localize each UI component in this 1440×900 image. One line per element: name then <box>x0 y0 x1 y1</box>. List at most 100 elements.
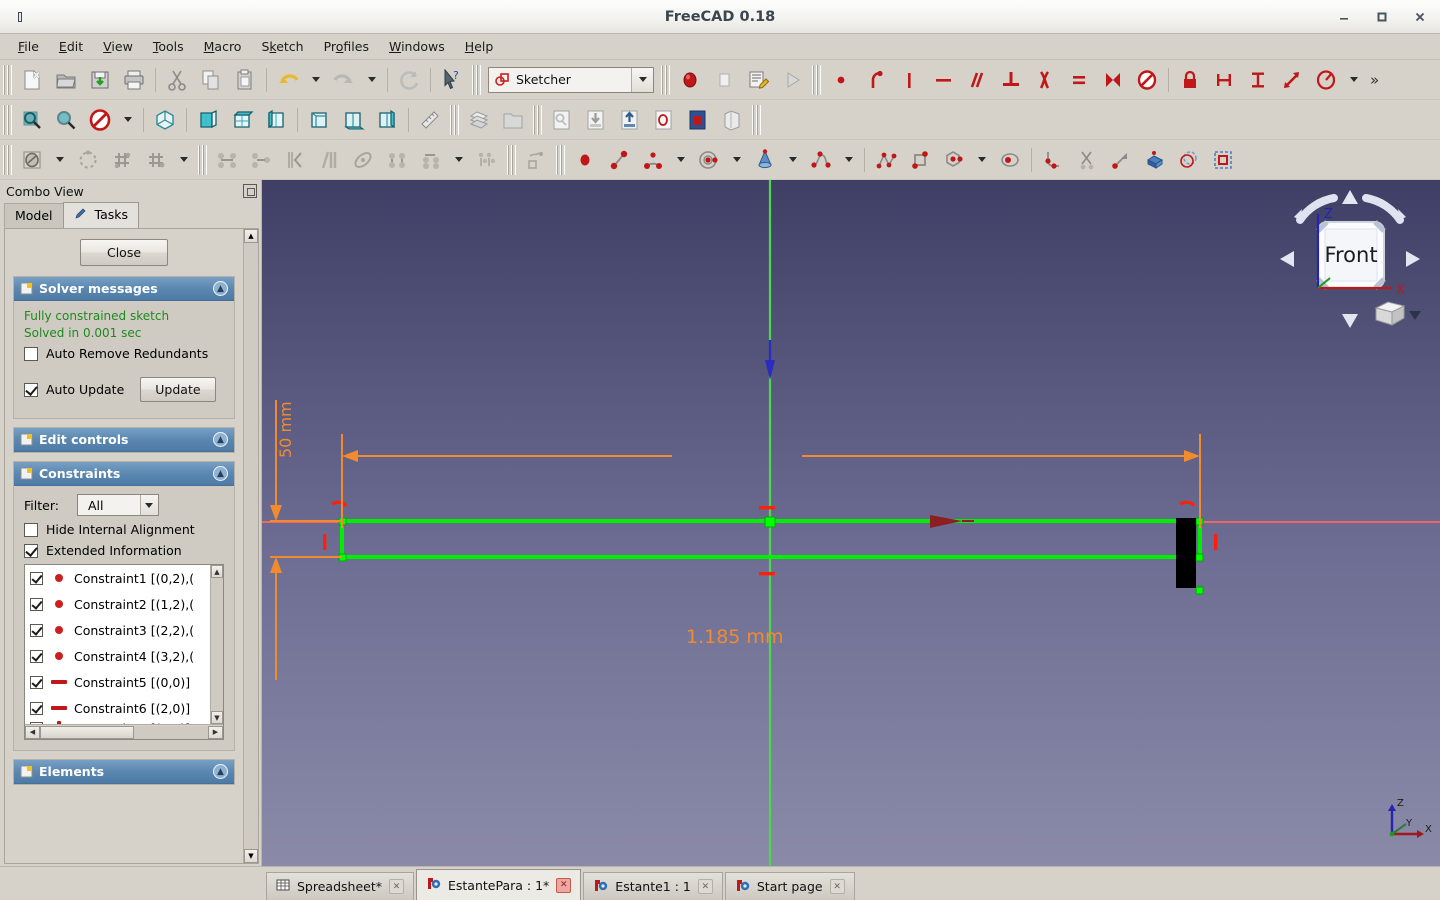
workbench-selector[interactable]: Sketcher <box>488 66 654 93</box>
toolbar-grip[interactable] <box>450 104 459 135</box>
rear-view-icon[interactable] <box>302 104 336 136</box>
create-conic-icon[interactable] <box>748 144 782 176</box>
menu-tools[interactable]: Tools <box>143 36 194 57</box>
tasks-panel-scrollbar[interactable]: ▲ ▼ <box>243 229 258 863</box>
right-view-icon[interactable] <box>259 104 293 136</box>
toolbar-grip[interactable] <box>661 64 670 95</box>
toolbar-grip[interactable] <box>533 104 542 135</box>
auto-update-checkbox[interactable] <box>24 382 38 397</box>
isometric-view-icon[interactable] <box>148 104 182 136</box>
select-conflicting-icon[interactable] <box>380 144 414 176</box>
horizontal-dimension-label[interactable]: 1.185 mm <box>686 626 783 648</box>
circle-dropdown-arrow-icon[interactable] <box>726 144 748 176</box>
refresh-icon[interactable] <box>392 64 426 96</box>
select-elements-associated-icon[interactable] <box>414 144 448 176</box>
toggle-construction-icon[interactable] <box>1172 144 1206 176</box>
menu-profiles[interactable]: Profiles <box>314 36 379 57</box>
toolbar-grip[interactable] <box>812 64 821 95</box>
collapse-icon[interactable]: ▲ <box>213 281 228 296</box>
constraint-visibility-checkbox[interactable] <box>30 701 43 715</box>
front-view-icon[interactable] <box>191 104 225 136</box>
menu-edit[interactable]: Edit <box>49 36 93 57</box>
scroll-up-arrow-icon[interactable]: ▲ <box>211 565 223 578</box>
whats-this-icon[interactable]: ? <box>435 64 469 96</box>
hide-internal-alignment-row[interactable]: Hide Internal Alignment <box>24 522 224 537</box>
create-point-icon[interactable] <box>568 144 602 176</box>
sketch-view-icon[interactable] <box>715 104 749 136</box>
maximize-button[interactable] <box>1374 9 1390 25</box>
sketch-validate-icon[interactable] <box>519 144 553 176</box>
navigation-cube[interactable]: Front Z X <box>1274 184 1426 334</box>
constrain-distance-vertical-icon[interactable] <box>1241 64 1275 96</box>
close-icon[interactable]: ✕ <box>389 879 404 894</box>
list-item[interactable]: Constraint4 [(3,2),( <box>25 643 210 669</box>
scroll-track[interactable] <box>40 725 208 739</box>
copy-icon[interactable] <box>194 64 228 96</box>
constrain-symmetric-icon[interactable] <box>1096 64 1130 96</box>
constraint-visibility-checkbox[interactable] <box>30 675 43 689</box>
menu-windows[interactable]: Windows <box>379 36 455 57</box>
sketch-leave-icon[interactable] <box>681 104 715 136</box>
toolbar-grip[interactable] <box>507 144 516 175</box>
collapse-icon[interactable]: ▲ <box>213 466 228 481</box>
constraint-dropdown-arrow-icon[interactable] <box>1343 64 1365 96</box>
undock-icon[interactable] <box>243 184 257 198</box>
toolbar-grip[interactable] <box>198 144 207 175</box>
external-geometry-icon[interactable] <box>1138 144 1172 176</box>
constraint-visibility-checkbox[interactable] <box>30 649 43 663</box>
doc-tab-spreadsheet[interactable]: Spreadsheet* ✕ <box>266 872 414 900</box>
fit-all-icon[interactable] <box>15 104 49 136</box>
close-icon[interactable]: ✕ <box>556 877 572 893</box>
menu-macro[interactable]: Macro <box>194 36 252 57</box>
menu-sketch[interactable]: Sketch <box>251 36 313 57</box>
redo-icon[interactable] <box>327 64 361 96</box>
constrain-angle-icon[interactable] <box>1309 64 1343 96</box>
toolbar-overflow-button[interactable]: » <box>1365 71 1384 89</box>
vertical-dimension-label[interactable]: 50 mm <box>276 401 295 458</box>
constrain-block-icon[interactable] <box>1130 64 1164 96</box>
doc-tab-estantepara[interactable]: EstantePara : 1* ✕ <box>416 869 582 900</box>
constrain-coincident-icon[interactable] <box>824 64 858 96</box>
constrain-horizontal-icon[interactable] <box>926 64 960 96</box>
close-icon[interactable]: ✕ <box>697 879 713 894</box>
doc-tab-start-page[interactable]: Start page ✕ <box>724 872 855 900</box>
sketch-visual-dropdown-arrow-icon[interactable] <box>49 144 71 176</box>
close-icon[interactable]: ✕ <box>829 879 845 894</box>
toolbar-grip[interactable] <box>556 144 565 175</box>
toggle-snap-icon[interactable] <box>139 144 173 176</box>
list-item[interactable]: Constraint3 [(2,2),( <box>25 617 210 643</box>
sketch-canvas[interactable] <box>262 180 1440 866</box>
undo-dropdown-arrow-icon[interactable] <box>305 64 327 96</box>
select-dropdown-arrow-icon[interactable] <box>448 144 470 176</box>
tab-tasks[interactable]: Tasks <box>62 202 140 228</box>
macro-record-icon[interactable] <box>673 64 707 96</box>
left-view-icon[interactable] <box>370 104 404 136</box>
constrain-equal-icon[interactable] <box>1062 64 1096 96</box>
select-redundant-icon[interactable] <box>346 144 380 176</box>
import-icon[interactable] <box>579 104 613 136</box>
constraints-list[interactable]: Constraint1 [(0,2),( Constraint2 [(1,2),… <box>24 564 224 740</box>
workbench-part-icon[interactable] <box>462 104 496 136</box>
std-view-icon[interactable] <box>545 104 579 136</box>
select-vertical-axis-icon[interactable] <box>312 144 346 176</box>
sketch-rendering-order-icon[interactable] <box>71 144 105 176</box>
polygon-dropdown-arrow-icon[interactable] <box>971 144 993 176</box>
sketch-visual-icon[interactable] <box>15 144 49 176</box>
create-line-icon[interactable] <box>602 144 636 176</box>
folder-icon[interactable] <box>496 104 530 136</box>
filter-select[interactable]: All <box>76 494 159 516</box>
paste-icon[interactable] <box>228 64 262 96</box>
update-button[interactable]: Update <box>140 377 216 402</box>
extend-edge-icon[interactable] <box>1104 144 1138 176</box>
collapse-icon[interactable]: ▲ <box>213 432 228 447</box>
chevron-down-icon[interactable] <box>139 495 158 515</box>
scroll-thumb[interactable] <box>40 725 135 739</box>
draw-style-dropdown-arrow-icon[interactable] <box>117 104 139 136</box>
constraint-visibility-checkbox[interactable] <box>30 571 43 585</box>
scroll-right-arrow-icon[interactable]: ▶ <box>208 725 223 739</box>
minimize-button[interactable] <box>1336 9 1352 25</box>
create-regular-polygon-icon[interactable] <box>937 144 971 176</box>
undo-icon[interactable] <box>271 64 305 96</box>
constrain-point-on-object-icon[interactable] <box>858 64 892 96</box>
trim-edge-icon[interactable] <box>1070 144 1104 176</box>
